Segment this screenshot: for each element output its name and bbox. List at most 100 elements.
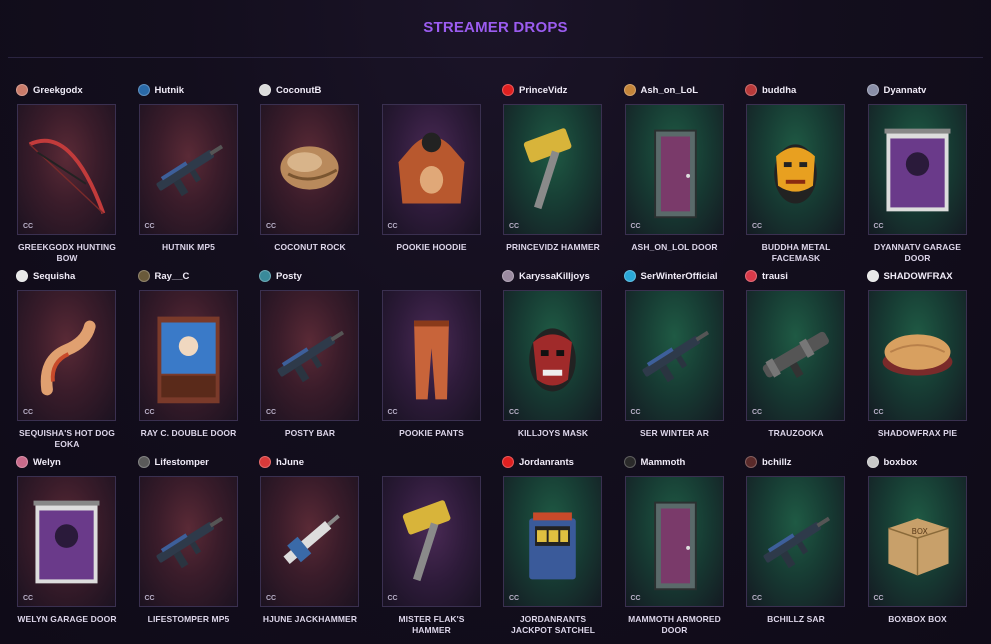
streamer-avatar — [745, 270, 757, 282]
drop-item[interactable]: SHADOWFRAX CC SHADOWFRAX PIE — [865, 266, 987, 452]
item-card[interactable]: CC — [17, 104, 116, 235]
item-card[interactable]: CC — [746, 104, 845, 235]
cc-badge: CC — [266, 223, 277, 230]
streamer-tag[interactable]: Ray__C — [137, 268, 190, 284]
streamer-avatar — [16, 270, 28, 282]
item-name: MISTER FLAK'S HAMMER — [398, 614, 465, 635]
streamer-tag[interactable]: Posty — [259, 268, 302, 284]
streamer-tag[interactable]: Welyn — [16, 454, 61, 470]
item-card[interactable]: CC — [503, 104, 602, 235]
cc-badge: CC — [387, 595, 398, 602]
cc-badge: CC — [23, 595, 34, 602]
drop-item[interactable]: Greekgodx CC GREEKGODX HUNTING BOW — [14, 80, 136, 266]
item-card[interactable]: CC — [867, 290, 967, 421]
streamer-tag[interactable]: boxbox — [866, 454, 918, 470]
rifle-icon — [642, 330, 709, 383]
item-card[interactable]: CC — [17, 476, 116, 607]
streamer-tag[interactable]: Dyannatv — [866, 82, 927, 98]
drop-item[interactable]: Sequisha CC SEQUISHA'S HOT DOG EOKA — [14, 266, 136, 452]
item-card[interactable]: CC — [138, 290, 238, 421]
item-name: HUTNIK MP5 — [162, 242, 215, 252]
streamer-name: Posty — [276, 270, 302, 282]
streamer-tag[interactable]: Hutnik — [137, 82, 184, 98]
drop-item[interactable]: trausi CC TRAUZOOKA — [743, 266, 865, 452]
drop-item[interactable]: Ray__C CC RAY C. DOUBLE DOOR — [136, 266, 258, 452]
streamer-tag[interactable]: KaryssaKilljoys — [502, 268, 590, 284]
garage-door-icon — [33, 500, 100, 584]
cc-badge: CC — [144, 409, 155, 416]
drop-item[interactable]: bchillz CC BCHILLZ SAR — [743, 452, 865, 638]
item-card[interactable]: CC — [260, 290, 359, 421]
drop-item[interactable]: Dyannatv CC DYANNATV GARAGE DOOR — [865, 80, 987, 266]
bow-icon — [28, 138, 106, 214]
item-card[interactable]: CC — [260, 104, 359, 235]
drop-item[interactable]: CC POOKIE HOODIE — [379, 80, 501, 266]
streamer-name: boxbox — [883, 456, 918, 468]
item-card[interactable]: CC — [624, 104, 724, 235]
hoodie-icon — [398, 132, 464, 204]
hammer-icon — [523, 128, 572, 210]
item-card[interactable]: CC — [381, 476, 481, 607]
streamer-avatar — [623, 270, 636, 282]
item-card[interactable]: CC — [503, 476, 602, 607]
item-card[interactable]: CC — [260, 476, 359, 607]
streamer-name: hJune — [276, 456, 304, 468]
streamer-name: Ray__C — [154, 270, 190, 282]
streamer-tag[interactable]: trausi — [745, 268, 788, 284]
item-card[interactable]: CC — [624, 476, 724, 607]
item-card[interactable]: CC — [138, 476, 238, 607]
streamer-tag[interactable]: hJune — [259, 454, 304, 470]
item-card[interactable]: CC — [503, 290, 602, 421]
item-card[interactable]: CC — [624, 290, 724, 421]
cc-badge: CC — [266, 595, 277, 602]
streamer-tag[interactable]: Mammoth — [623, 454, 685, 470]
drop-item[interactable]: boxbox BOX CC BOXBOX BOX — [865, 452, 987, 638]
streamer-tag[interactable]: PrinceVidz — [502, 82, 567, 98]
item-card[interactable]: CC — [17, 290, 116, 421]
item-card[interactable]: CC — [746, 476, 845, 607]
rifle-icon — [156, 516, 223, 569]
double-door-icon — [156, 316, 220, 404]
drop-item[interactable]: PrinceVidz CC PRINCEVIDZ HAMMER — [500, 80, 622, 266]
item-name: KILLJOYS MASK — [517, 428, 589, 438]
streamer-tag[interactable]: Jordanrants — [502, 454, 574, 470]
drop-item[interactable]: Welyn CC WELYN GARAGE DOOR — [14, 452, 136, 638]
item-card[interactable]: CC — [746, 290, 845, 421]
cc-badge: CC — [387, 409, 398, 416]
streamer-tag[interactable]: SHADOWFRAX — [866, 268, 953, 284]
drop-item[interactable]: Hutnik CC HUTNIK MP5 — [136, 80, 258, 266]
streamer-name: Dyannatv — [883, 84, 927, 96]
drop-item[interactable]: Lifestomper CC LIFESTOMPER MP5 — [136, 452, 258, 638]
drop-item[interactable]: buddha CC BUDDHA METAL FACEMASK — [743, 80, 865, 266]
drop-item[interactable]: Posty CC POSTY BAR — [257, 266, 379, 452]
streamer-tag[interactable]: Greekgodx — [16, 82, 83, 98]
streamer-tag[interactable]: Sequisha — [16, 268, 75, 284]
door-icon — [653, 501, 697, 591]
item-name: BOXBOX BOX — [888, 614, 947, 624]
drop-item[interactable]: Mammoth CC MAMMOTH ARMORED DOOR — [622, 452, 744, 638]
item-card[interactable]: CC — [381, 104, 481, 235]
streamer-tag[interactable]: CoconutB — [259, 82, 321, 98]
item-card[interactable]: BOX CC — [867, 476, 967, 607]
drop-item[interactable]: CoconutB CC COCONUT ROCK — [257, 80, 379, 266]
streamer-tag[interactable]: buddha — [745, 82, 796, 98]
drop-item[interactable]: CC POOKIE PANTS — [379, 266, 501, 452]
streamer-tag[interactable]: SerWinterOfficial — [623, 268, 718, 284]
item-name: MAMMOTH ARMORED DOOR — [628, 614, 721, 635]
streamer-avatar — [259, 84, 271, 96]
streamer-tag[interactable]: Lifestomper — [137, 454, 209, 470]
streamer-tag[interactable]: bchillz — [745, 454, 792, 470]
item-card[interactable]: CC — [138, 104, 238, 235]
drop-item[interactable]: Jordanrants CC JORDANRANTS JACKPOT SATCHEL — [500, 452, 622, 638]
cc-badge: CC — [630, 595, 641, 602]
drop-item[interactable]: CC MISTER FLAK'S HAMMER — [379, 452, 501, 638]
drop-item[interactable]: KaryssaKilljoys CC KILLJOYS MASK — [500, 266, 622, 452]
drop-item[interactable]: SerWinterOfficial CC SER WINTER AR — [622, 266, 744, 452]
item-card[interactable]: CC — [381, 290, 481, 421]
item-card[interactable]: CC — [867, 104, 967, 235]
drop-item[interactable]: Ash_on_LoL CC ASH_ON_LOL DOOR — [622, 80, 744, 266]
drop-item[interactable]: hJune CC HJUNE JACKHAMMER — [257, 452, 379, 638]
streamer-name: Jordanrants — [519, 456, 574, 468]
streamer-tag[interactable]: Ash_on_LoL — [623, 82, 698, 98]
pants-icon — [413, 320, 449, 400]
